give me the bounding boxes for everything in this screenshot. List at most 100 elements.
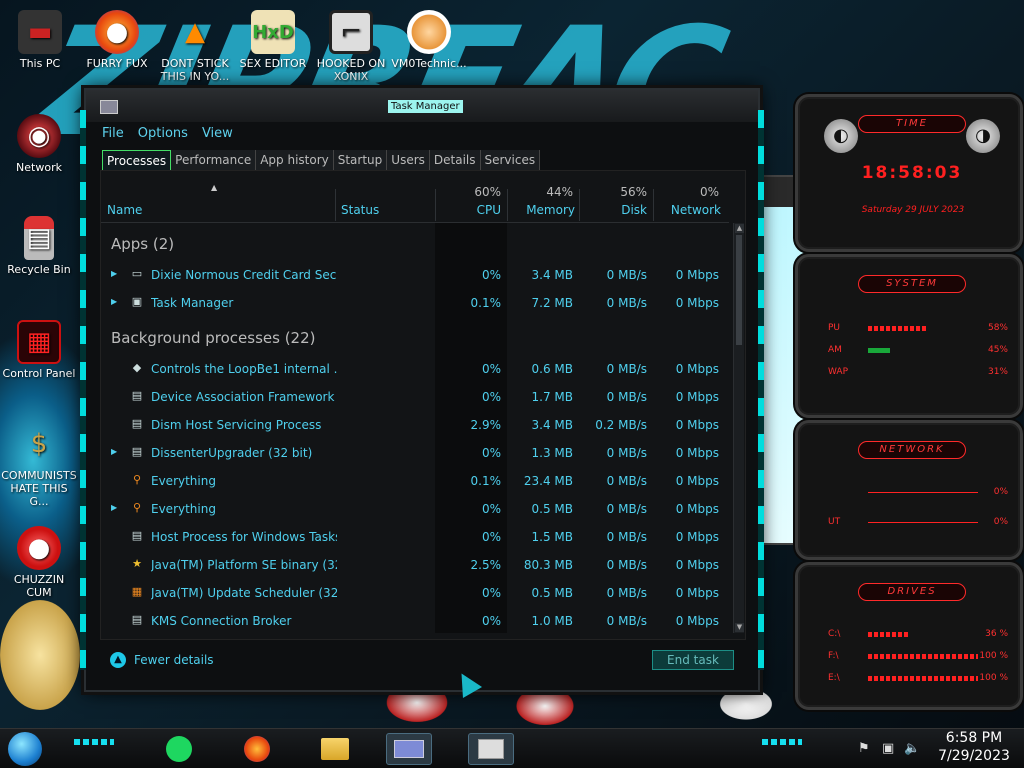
tab-services[interactable]: Services bbox=[480, 150, 541, 170]
desktop-icon-label: Network bbox=[16, 161, 62, 174]
process-name: Everything bbox=[151, 474, 216, 488]
widget-network-title: NETWORK bbox=[858, 441, 966, 459]
process-row[interactable]: ▶ ▭ Dixie Normous Credit Card Secu... 0% 3.4… bbox=[101, 261, 729, 289]
taskbar: ⚑ ▣ 🔈 6:58 PM 7/29/2023 bbox=[0, 728, 1024, 768]
tab-performance[interactable]: Performance bbox=[171, 150, 257, 170]
tab-processes[interactable]: Processes bbox=[102, 150, 172, 170]
column-divider[interactable] bbox=[335, 189, 336, 221]
widget-row-value: 100 % bbox=[979, 651, 1008, 661]
search-icon: ⚲ bbox=[132, 501, 142, 514]
desktop-icon-communists[interactable]: $ COMMUNISTS HATE THIS G... bbox=[1, 422, 77, 509]
tab-app-history[interactable]: App history bbox=[256, 150, 334, 170]
column-disk[interactable]: 56% Disk bbox=[579, 171, 653, 223]
network-graph bbox=[868, 492, 978, 493]
column-status[interactable]: Status bbox=[337, 171, 433, 223]
menu-view[interactable]: View bbox=[202, 126, 233, 141]
process-row[interactable]: ★ Java(TM) Platform SE binary (32... 2.5% 8… bbox=[101, 551, 729, 579]
desktop-icon-control-panel[interactable]: ▦ Control Panel bbox=[1, 320, 77, 380]
column-network[interactable]: 0% Network bbox=[653, 171, 725, 223]
process-disk: 0 MB/s bbox=[606, 362, 647, 376]
process-row[interactable]: ▶ ▣ Task Manager 0.1% 7.2 MB 0 MB/s 0 Mbps bbox=[101, 289, 729, 317]
desktop-icon-label: This PC bbox=[19, 57, 61, 70]
task-manager-window[interactable]: Task Manager File Options View Processes… bbox=[80, 88, 764, 692]
desktop-icon-label: Control Panel bbox=[2, 367, 76, 380]
process-network: 0 Mbps bbox=[675, 418, 719, 432]
scrollbar[interactable]: ▲ ▼ bbox=[733, 223, 744, 633]
process-memory: 0.5 MB bbox=[531, 586, 573, 600]
process-row[interactable]: ▶ ⚲ Everything 0% 0.5 MB 0 MB/s 0 Mbps bbox=[101, 495, 729, 523]
taskbar-card-app[interactable] bbox=[386, 733, 432, 765]
column-name[interactable]: Name bbox=[101, 171, 333, 223]
start-button[interactable] bbox=[8, 732, 42, 766]
desktop-icon-this-pc[interactable]: ▬ This PC bbox=[2, 10, 78, 70]
vlc-icon: ▲ bbox=[185, 16, 205, 47]
process-row[interactable]: ▤ Dism Host Servicing Process 2.9% 3.4 MB 0.… bbox=[101, 411, 729, 439]
expand-arrow-icon[interactable]: ▶ bbox=[111, 269, 117, 278]
tab-details[interactable]: Details bbox=[429, 150, 481, 170]
tab-startup[interactable]: Startup bbox=[333, 150, 388, 170]
widget-row-label: AM bbox=[828, 345, 842, 355]
process-row[interactable]: ⚲ Everything 0.1% 23.4 MB 0 MB/s 0 Mbps bbox=[101, 467, 729, 495]
taskbar-task-manager[interactable] bbox=[468, 733, 514, 765]
desktop-icon-chuzzin[interactable]: ● CHUZZIN CUM bbox=[1, 526, 77, 599]
menu-options[interactable]: Options bbox=[138, 126, 188, 141]
technician-icon bbox=[407, 10, 451, 54]
process-disk: 0 MB/s bbox=[606, 268, 647, 282]
process-row[interactable]: ◆ Controls the LoopBe1 internal ... 0% 0.6 … bbox=[101, 355, 729, 383]
desktop-icon-hooked-on-xonix[interactable]: ⌐ HOOKED ON XONIX bbox=[313, 10, 389, 83]
loopbe-icon: ◆ bbox=[132, 361, 142, 374]
process-memory: 1.0 MB bbox=[531, 614, 573, 628]
desktop-icon-label: VM0Technic... bbox=[391, 57, 467, 70]
taskbar-firefox[interactable] bbox=[234, 733, 280, 765]
menu-file[interactable]: File bbox=[102, 126, 124, 141]
scroll-up-icon[interactable]: ▲ bbox=[735, 224, 744, 233]
expand-arrow-icon[interactable]: ▶ bbox=[111, 297, 117, 306]
volume-icon[interactable]: 🔈 bbox=[904, 741, 920, 756]
wallpaper-character bbox=[0, 600, 80, 710]
desktop-icon-dont-stick[interactable]: ▲ DONT STICK THIS IN YO... bbox=[157, 10, 233, 84]
process-row[interactable]: ▤ KMS Connection Broker 0% 1.0 MB 0 MB/s 0 Mb… bbox=[101, 607, 729, 629]
file-explorer-icon bbox=[321, 738, 349, 760]
flag-icon[interactable]: ⚑ bbox=[858, 741, 870, 756]
process-list-panel: ▲ Name Status 60% CPU 44% Memory 56% Dis… bbox=[100, 170, 746, 640]
action-center-icon[interactable]: ▣ bbox=[882, 741, 894, 756]
column-cpu[interactable]: 60% CPU bbox=[435, 171, 507, 223]
desktop-icon-sex-editor[interactable]: HxD SEX EDITOR bbox=[235, 10, 311, 70]
process-network: 0 Mbps bbox=[675, 614, 719, 628]
widget-time: ◐ ◑ TIME 18:58:03 Saturday 29 JULY 2023 bbox=[795, 94, 1023, 252]
process-cpu: 0.1% bbox=[470, 296, 502, 310]
process-row[interactable]: ▦ Java(TM) Update Scheduler (32 ... 0% 0.5 … bbox=[101, 579, 729, 607]
desktop-icon-vm0technic[interactable]: VM0Technic... bbox=[391, 10, 467, 70]
taskbar-clock[interactable]: 6:58 PM 7/29/2023 bbox=[930, 729, 1018, 765]
expand-arrow-icon[interactable]: ▶ bbox=[111, 447, 117, 456]
tab-users[interactable]: Users bbox=[387, 150, 430, 170]
widget-row-label: C:\ bbox=[828, 629, 841, 639]
alien-icon: ◑ bbox=[966, 119, 1000, 153]
desktop-icon-furry-fux[interactable]: ● FURRY FUX bbox=[79, 10, 155, 70]
expand-arrow-icon[interactable]: ▶ bbox=[111, 503, 117, 512]
java-update-icon: ▦ bbox=[131, 585, 143, 598]
taskbar-spotify[interactable] bbox=[156, 733, 202, 765]
column-memory[interactable]: 44% Memory bbox=[507, 171, 579, 223]
desktop-icon-recycle-bin[interactable]: ▤ Recycle Bin bbox=[1, 216, 77, 276]
title-bar[interactable]: Task Manager bbox=[86, 90, 758, 122]
process-row[interactable]: ▤ Host Process for Windows Tasks 0% 1.5 MB 0… bbox=[101, 523, 729, 551]
group-background: Background processes (22) bbox=[111, 329, 316, 347]
process-row[interactable]: ▶ ▤ DissenterUpgrader (32 bit) 0% 1.3 MB 0 MB… bbox=[101, 439, 729, 467]
scrollbar-thumb[interactable] bbox=[736, 235, 742, 345]
xonix-icon: ⌐ bbox=[329, 10, 373, 54]
fewer-details-button[interactable]: ▲ Fewer details bbox=[110, 652, 214, 668]
scroll-down-icon[interactable]: ▼ bbox=[735, 623, 744, 632]
process-icon: ▤ bbox=[131, 417, 143, 430]
process-cpu: 0% bbox=[481, 446, 501, 460]
taskbar-decoration bbox=[74, 739, 114, 745]
network-icon: ◉ bbox=[17, 114, 61, 158]
taskbar-file-explorer[interactable] bbox=[312, 733, 358, 765]
process-disk: 0 MB/s bbox=[606, 558, 647, 572]
widget-network-row: UT 0% bbox=[828, 517, 1008, 529]
process-name: Device Association Framework ... bbox=[151, 390, 337, 404]
desktop-icon-network[interactable]: ◉ Network bbox=[1, 114, 77, 174]
process-row[interactable]: ▤ Device Association Framework ... 0% 1.7 M… bbox=[101, 383, 729, 411]
end-task-button[interactable]: End task bbox=[652, 650, 734, 670]
process-name: Everything bbox=[151, 502, 216, 516]
